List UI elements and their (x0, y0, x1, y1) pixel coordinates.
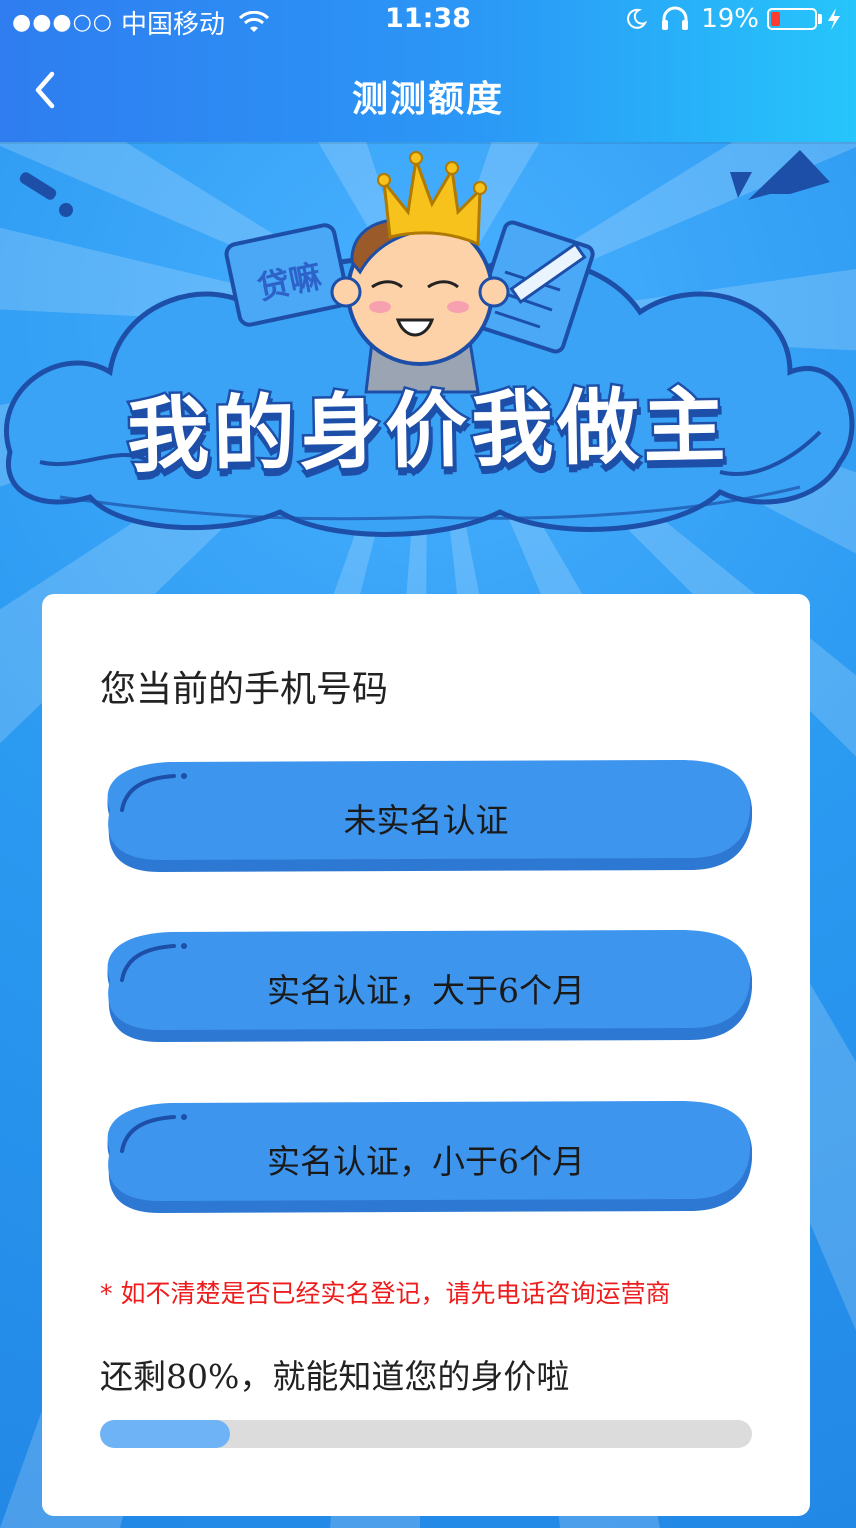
verification-notice: * 如不清楚是否已经实名登记，请先电话咨询运营商 (100, 1279, 671, 1308)
charging-bolt-icon (828, 8, 840, 30)
top-bar: ●●●○○ 中国移动 11:38 19% 测测额度 (0, 0, 856, 142)
progress-fill (100, 1420, 231, 1448)
status-bar: ●●●○○ 中国移动 11:38 19% (0, 0, 856, 40)
option-verified-over-6-months-button[interactable]: 实名认证，大于6个月 (100, 928, 752, 1046)
option-unverified-button[interactable]: 未实名认证 (100, 758, 752, 876)
headphones-icon (662, 6, 689, 30)
option-verified-under-6-months-button[interactable]: 实名认证，小于6个月 (100, 1099, 752, 1217)
option-label: 未实名认证 (343, 801, 509, 840)
card-heading: 您当前的手机号码 (100, 669, 389, 710)
progress-text: 还剩80%，就能知道您的身价啦 (100, 1357, 570, 1396)
progress-bar (100, 1420, 752, 1448)
page-title: 测测额度 (351, 79, 504, 120)
option-label: 实名认证，大于6个月 (267, 971, 585, 1010)
option-label: 实名认证，小于6个月 (267, 1142, 585, 1181)
banner-title: 我的身价我做主 (124, 376, 733, 486)
nav-bar: 测测额度 (0, 46, 856, 142)
battery-percent: 19% (701, 4, 759, 34)
hero-banner: 贷嘛 我的身价我做主 (0, 142, 856, 592)
battery-icon (767, 8, 817, 30)
screen: ●●●○○ 中国移动 11:38 19% 测测额度 贷嘛 我的身价我做主 您当前… (0, 0, 856, 1528)
moon-icon (627, 8, 648, 29)
question-card: 您当前的手机号码 未实名认证 实名认证，大于6个月 实名认证，小于6个月 * 如… (42, 594, 810, 1516)
